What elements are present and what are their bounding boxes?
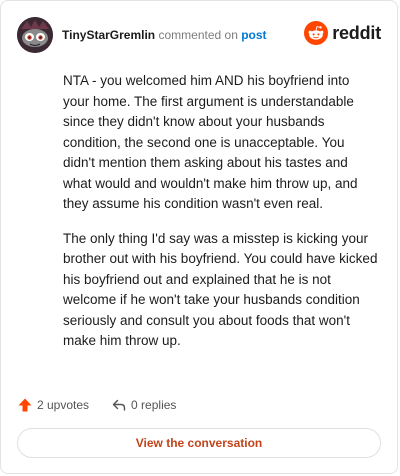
upvote-arrow-icon — [18, 398, 32, 412]
username-link[interactable]: TinyStarGremlin — [62, 28, 155, 42]
action-text: commented on — [158, 28, 238, 42]
reddit-logo-icon — [304, 21, 329, 45]
avatar-image — [17, 17, 53, 53]
comment-embed-card: TinyStarGremlin commented on post reddit… — [0, 0, 398, 474]
comment-header: TinyStarGremlin commented on post reddit — [17, 15, 381, 55]
upvote-label: 2 upvotes — [37, 398, 90, 412]
comment-footer: 2 upvotes 0 replies — [17, 395, 198, 415]
reply-count[interactable]: 0 replies — [111, 397, 176, 413]
post-link[interactable]: post — [241, 28, 266, 42]
brand-name: reddit — [332, 22, 381, 43]
avatar[interactable] — [17, 17, 53, 53]
comment-meta: TinyStarGremlin commented on post — [62, 27, 267, 43]
upvote-count[interactable]: 2 upvotes — [17, 397, 89, 413]
reddit-brand[interactable]: reddit — [304, 21, 381, 45]
comment-paragraph: The only thing I'd say was a misstep is … — [63, 230, 378, 349]
comment-paragraph: NTA - you welcomed him AND his boyfriend… — [63, 73, 358, 211]
view-conversation-label: View the conversation — [135, 436, 263, 450]
comment-body: NTA - you welcomed him AND his boyfriend… — [63, 71, 379, 366]
reply-arrow-icon — [112, 399, 126, 411]
view-conversation-button[interactable]: View the conversation — [17, 428, 381, 458]
reply-label: 0 replies — [131, 398, 177, 412]
